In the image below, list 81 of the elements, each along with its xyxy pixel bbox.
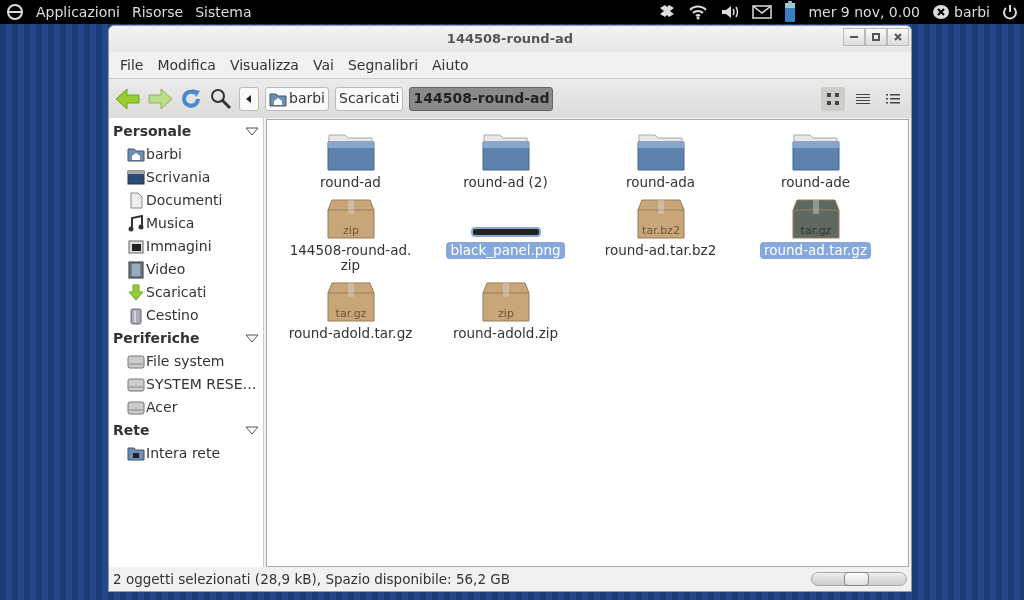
file-name[interactable]: round-ad (2) bbox=[459, 174, 552, 192]
path-back-button[interactable] bbox=[239, 86, 259, 111]
reload-icon[interactable] bbox=[179, 86, 203, 111]
home-folder-icon bbox=[269, 90, 287, 107]
sidebar-heading: Periferiche bbox=[113, 329, 200, 348]
status-text: 2 oggetti selezionati (28,9 kB), Spazio disponibile: 56,2 GB bbox=[113, 569, 510, 589]
drive-icon bbox=[127, 352, 145, 371]
collapse-triangle-icon[interactable] bbox=[245, 425, 259, 436]
list-view-icon bbox=[856, 93, 870, 104]
sidebar-item[interactable]: Musica bbox=[109, 212, 263, 235]
mail-icon[interactable] bbox=[752, 5, 773, 19]
sidebar-item[interactable]: File system bbox=[109, 350, 263, 373]
zoom-slider-thumb[interactable] bbox=[843, 572, 869, 586]
wifi-icon[interactable] bbox=[688, 4, 709, 20]
menu-item[interactable]: Segnalibri bbox=[340, 54, 426, 76]
menu-item[interactable]: Vai bbox=[305, 54, 341, 76]
logo-icon[interactable] bbox=[6, 3, 24, 21]
search-icon[interactable] bbox=[209, 86, 233, 111]
document-icon bbox=[127, 191, 145, 210]
minimize-button[interactable] bbox=[843, 28, 865, 46]
home-folder-icon bbox=[127, 145, 145, 164]
clock[interactable]: mer 9 nov, 0.00 bbox=[808, 1, 920, 23]
sidebar-item[interactable]: SYSTEM RESE… bbox=[109, 373, 263, 396]
panel-menu[interactable]: Sistema bbox=[195, 1, 252, 23]
folder-icon[interactable] bbox=[325, 132, 376, 172]
down-arrow-icon bbox=[127, 283, 145, 302]
panel-menu[interactable]: Risorse bbox=[132, 1, 184, 23]
sidebar-item[interactable]: Scrivania bbox=[109, 166, 263, 189]
network-folder-icon bbox=[127, 444, 145, 463]
power-icon[interactable] bbox=[1002, 4, 1018, 20]
sidebar-item[interactable]: Intera rete bbox=[109, 442, 263, 465]
file-name[interactable]: round-ade bbox=[776, 174, 855, 192]
chat-icon[interactable] bbox=[932, 4, 950, 20]
desktop-icon bbox=[127, 168, 145, 187]
window-title: 144508-round-ad bbox=[446, 30, 574, 49]
user-name[interactable]: barbi bbox=[954, 1, 990, 23]
sidebar-item[interactable]: Video bbox=[109, 258, 263, 281]
sidebar-item[interactable]: Acer bbox=[109, 396, 263, 419]
collapse-triangle-icon[interactable] bbox=[245, 126, 259, 137]
minimize-icon bbox=[850, 36, 858, 38]
file-name[interactable]: round-ada bbox=[621, 174, 700, 192]
music-note-icon bbox=[127, 214, 145, 233]
menu-item[interactable]: Visualizza bbox=[222, 54, 306, 76]
sidebar-heading: Personale bbox=[113, 122, 192, 141]
sidebar-item[interactable]: barbi bbox=[109, 143, 263, 166]
file-name[interactable]: round-ad bbox=[316, 174, 385, 192]
folder-icon[interactable] bbox=[480, 132, 531, 172]
collapse-triangle-icon[interactable] bbox=[245, 333, 259, 344]
sidebar-item[interactable]: Immagini bbox=[109, 235, 263, 258]
grid-view-icon bbox=[827, 92, 839, 105]
trash-icon bbox=[127, 306, 145, 325]
sidebar-item[interactable]: Scaricati bbox=[109, 281, 263, 304]
film-icon bbox=[127, 260, 145, 279]
folder-icon[interactable] bbox=[790, 132, 841, 172]
file-name[interactable]: round-ad.tar.bz2 bbox=[600, 241, 721, 260]
file-name[interactable]: round-adold.tar.gz bbox=[284, 324, 417, 343]
menu-item[interactable]: Modifica bbox=[150, 54, 223, 76]
maximize-icon bbox=[870, 32, 882, 42]
volume-icon[interactable] bbox=[720, 4, 741, 20]
drive-icon bbox=[127, 398, 145, 417]
sidebar-item[interactable]: Cestino bbox=[109, 304, 263, 327]
file-name[interactable]: 144508-round-ad. zip bbox=[285, 241, 416, 275]
picture-icon bbox=[127, 237, 145, 256]
path-button[interactable]: Scaricati bbox=[335, 86, 404, 111]
sidebar-heading: Rete bbox=[113, 421, 150, 440]
close-button[interactable] bbox=[887, 28, 909, 46]
folder-icon[interactable] bbox=[635, 132, 686, 172]
panel-menu[interactable]: Applicazioni bbox=[36, 1, 120, 23]
zoom-slider-track[interactable] bbox=[811, 572, 907, 586]
path-button[interactable]: 144508-round-ad bbox=[409, 86, 554, 111]
maximize-button[interactable] bbox=[865, 28, 887, 46]
close-icon bbox=[892, 32, 904, 42]
battery-icon[interactable] bbox=[784, 1, 797, 23]
drive-icon bbox=[127, 375, 145, 394]
sidebar-item[interactable]: Documenti bbox=[109, 189, 263, 212]
compact-list-icon bbox=[886, 93, 900, 104]
file-name[interactable]: round-adold.zip bbox=[448, 324, 563, 343]
view-button[interactable] bbox=[821, 86, 845, 111]
path-button[interactable]: barbi bbox=[265, 86, 329, 111]
menu-item[interactable]: File bbox=[113, 54, 151, 76]
menu-item[interactable]: Aiuto bbox=[425, 54, 476, 76]
